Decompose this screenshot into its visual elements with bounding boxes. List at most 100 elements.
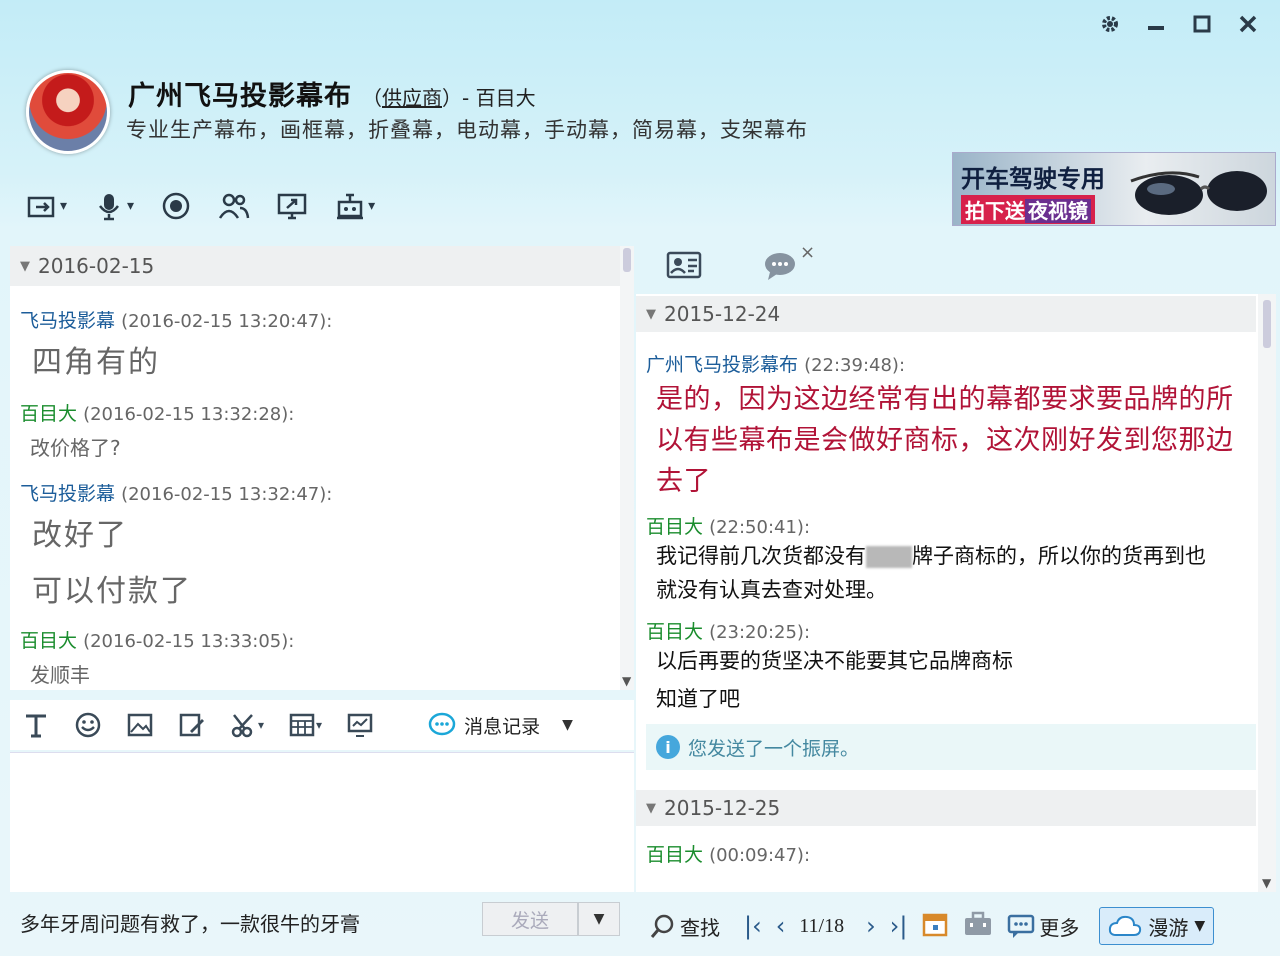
redacted-block: [866, 546, 912, 568]
scroll-thumb[interactable]: [623, 248, 631, 272]
camera-icon: [162, 192, 190, 220]
scroll-down-icon[interactable]: ▼: [622, 674, 631, 688]
group-chat-button[interactable]: [218, 190, 250, 222]
font-button[interactable]: [22, 711, 50, 739]
more-button[interactable]: 更多: [1007, 912, 1079, 941]
current-chat-pane: ▼ 2016-02-15 飞马投影幕 (2016-02-15 13:20:47)…: [10, 246, 634, 690]
cloud-icon: [1109, 915, 1142, 936]
history-pane: ▼ 2015-12-24 广州飞马投影幕布 (22:39:48): 是的，因为这…: [636, 294, 1276, 892]
microphone-icon: [99, 194, 120, 221]
remote-assist-button[interactable]: ▾: [334, 190, 375, 222]
sender-name[interactable]: 飞马投影幕: [20, 310, 115, 332]
share-screen-button[interactable]: [276, 190, 308, 222]
contact-tag: （供应商）- 百目大: [362, 82, 536, 111]
message-time: (23:20:25):: [709, 622, 811, 643]
roaming-button[interactable]: 漫游 ▼: [1099, 907, 1215, 945]
calculator-button[interactable]: ▾: [288, 711, 322, 739]
maximize-icon[interactable]: [1188, 10, 1216, 38]
next-page-icon[interactable]: ›: [866, 912, 876, 940]
system-notice: i 您发送了一个振屏。: [646, 724, 1256, 770]
message: 广州飞马投影幕布 (22:39:48): 是的，因为这边经常有出的幕都要求要品牌…: [636, 350, 1256, 502]
message-header: 百目大 (2016-02-15 13:33:05):: [20, 626, 634, 653]
collapse-triangle-icon: ▼: [646, 800, 656, 816]
screenshot-button[interactable]: ▾: [230, 711, 264, 739]
message: 百目大 (00:09:47):: [636, 840, 1256, 867]
transfer-file-button[interactable]: ▾: [26, 190, 67, 222]
message: 飞马投影幕 (2016-02-15 13:20:47): 四角有的: [10, 306, 634, 381]
contact-avatar[interactable]: [26, 70, 110, 154]
collapse-triangle-icon: ▼: [20, 258, 30, 274]
chevron-down-icon[interactable]: ▼: [562, 717, 573, 733]
sender-name[interactable]: 广州飞马投影幕布: [646, 354, 798, 376]
edit-picture-button[interactable]: [178, 711, 206, 739]
date-divider[interactable]: ▼ 2016-02-15: [10, 246, 634, 286]
message: 飞马投影幕 (2016-02-15 13:32:47): 改好了 可以付款了: [10, 479, 634, 610]
sender-name[interactable]: 百目大: [646, 844, 703, 866]
scroll-thumb[interactable]: [1263, 300, 1271, 348]
briefcase-icon[interactable]: [963, 910, 993, 943]
tab-profile[interactable]: [666, 248, 702, 286]
scrollbar[interactable]: ▼: [620, 246, 634, 690]
chat-window: 广州飞马投影幕布 （供应商）- 百目大 专业生产幕布，画框幕，折叠幕，电动幕，手…: [0, 0, 1280, 956]
tab-chat-history[interactable]: ×: [762, 242, 815, 286]
promo-link[interactable]: 多年牙周问题有救了，一款很牛的牙膏: [20, 908, 360, 937]
pencil-icon: [179, 713, 204, 737]
date-divider[interactable]: ▼ 2015-12-25: [636, 790, 1256, 826]
date-divider[interactable]: ▼ 2015-12-24: [636, 296, 1256, 332]
chat-more-icon: [1008, 914, 1035, 938]
last-page-icon[interactable]: ›|: [890, 912, 908, 940]
chevron-down-icon: ▾: [258, 718, 265, 732]
message-time: (2016-02-15 13:20:47):: [121, 311, 333, 332]
emoji-button[interactable]: [74, 711, 102, 739]
message-text-part: 我记得前几次货都没有: [656, 544, 866, 568]
contact-signature: 专业生产幕布，画框幕，折叠幕，电动幕，手动幕，简易幕，支架幕布: [126, 118, 808, 142]
message-text: 以有些幕布是会做好商标，这次刚好发到您那边: [656, 425, 1234, 456]
image-button[interactable]: [126, 711, 154, 739]
minimize-icon[interactable]: [1142, 10, 1170, 38]
ad-subline-a: 拍下送: [965, 199, 1025, 223]
message-text: 我记得前几次货都没有 牌子商标的，所以你的货再到也: [646, 539, 1256, 573]
scroll-down-icon[interactable]: ▼: [1262, 876, 1271, 890]
folder-transfer-icon: [27, 196, 55, 218]
settings-icon[interactable]: [1096, 10, 1124, 38]
message-history-label: 消息记录: [464, 715, 541, 738]
sender-name[interactable]: 百目大: [20, 403, 77, 425]
message-header: 百目大 (23:20:25):: [646, 617, 1256, 644]
contact-tag-prefix: （: [362, 86, 382, 110]
history-footer: 查找 |‹ ‹ 11/18 › ›| 更多 漫游 ▼: [640, 896, 1280, 956]
contact-tag-suffix: ）- 百目大: [442, 86, 536, 110]
message-header: 百目大 (2016-02-15 13:32:28):: [20, 399, 634, 426]
find-button[interactable]: 查找: [650, 912, 720, 941]
whiteboard-button[interactable]: [346, 711, 374, 739]
prev-page-icon[interactable]: ‹: [776, 912, 786, 940]
contact-tag-label[interactable]: 供应商: [382, 86, 442, 110]
ad-banner[interactable]: 开车驾驶专用 拍下送 夜视镜: [952, 152, 1276, 226]
chat-toolbar: ▾ ▾ ▾: [26, 190, 375, 222]
message-history-button[interactable]: 消息记录 ▼: [428, 711, 573, 739]
calendar-icon[interactable]: [921, 910, 949, 943]
send-button[interactable]: 发送: [482, 902, 578, 936]
close-tab-icon[interactable]: ×: [800, 242, 815, 263]
sender-name[interactable]: 百目大: [20, 630, 77, 652]
first-page-icon[interactable]: |‹: [744, 912, 762, 940]
contact-title-row: 广州飞马投影幕布 （供应商）- 百目大: [128, 74, 536, 113]
send-options-button[interactable]: ▼: [578, 902, 620, 936]
close-icon[interactable]: [1234, 10, 1262, 38]
voice-call-button[interactable]: ▾: [93, 190, 134, 222]
sender-name[interactable]: 百目大: [646, 516, 703, 538]
sender-name[interactable]: 飞马投影幕: [20, 483, 115, 505]
chevron-down-icon: ▼: [1194, 918, 1206, 934]
message-text-part: 牌子商标的，所以你的货再到也: [912, 544, 1206, 568]
message-input[interactable]: [10, 752, 634, 892]
system-notice-text: 您发送了一个振屏。: [688, 737, 860, 760]
chevron-down-icon: ▾: [316, 718, 323, 732]
font-icon: [26, 714, 46, 738]
sender-name[interactable]: 百目大: [646, 621, 703, 643]
message-text: 发顺丰: [30, 663, 90, 687]
contact-name[interactable]: 广州飞马投影幕布: [128, 74, 352, 113]
message-text: 四角有的: [32, 345, 160, 380]
video-call-button[interactable]: [160, 190, 192, 222]
scrollbar[interactable]: ▼: [1258, 294, 1276, 892]
input-toolbar: ▾ ▾ 消息记录 ▼: [10, 700, 634, 750]
window-controls: [1096, 10, 1262, 38]
